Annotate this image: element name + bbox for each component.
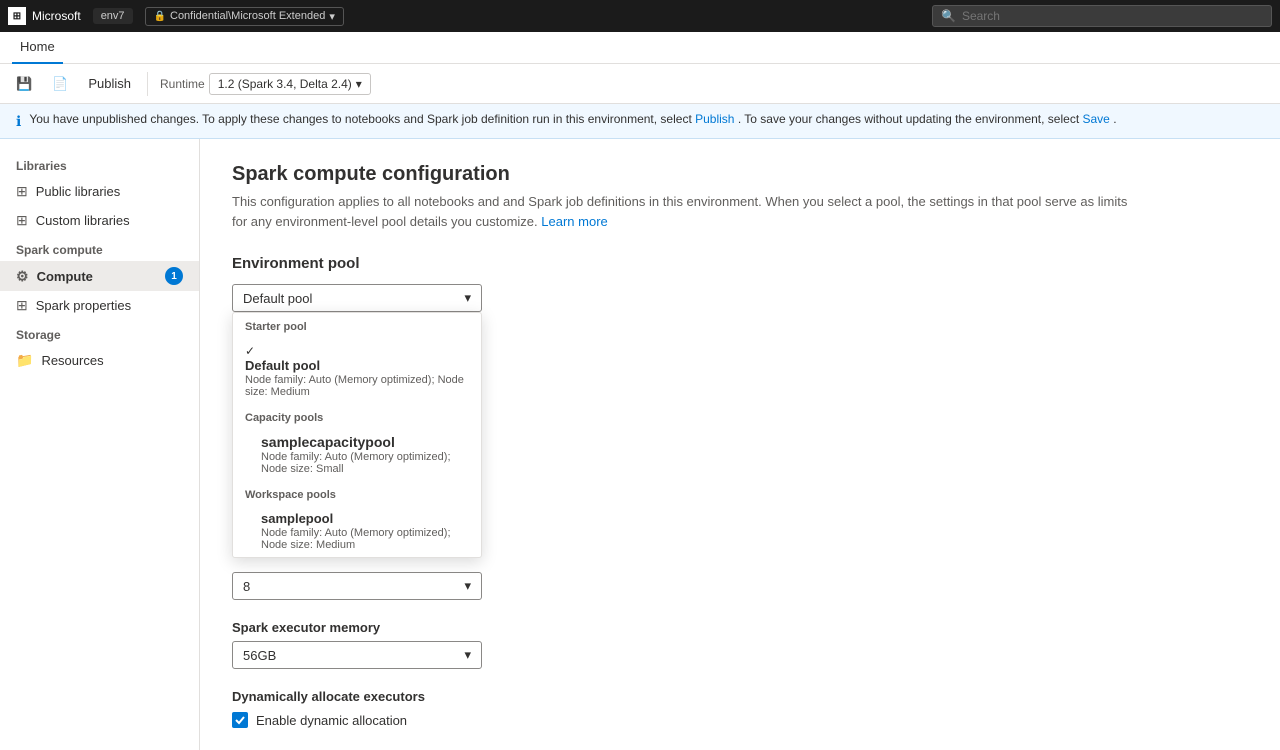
save-button[interactable]: 💾 (8, 72, 40, 96)
executor-memory-dropdown-container: 56GB ▾ (232, 641, 482, 669)
learn-more-link[interactable]: Learn more (541, 214, 607, 229)
dropdown-item-workspace-pool[interactable]: samplepool Node family: Auto (Memory opt… (233, 505, 481, 557)
env-badge[interactable]: env7 (93, 8, 133, 24)
dynamic-alloc-section: Dynamically allocate executors Enable dy… (232, 689, 1248, 728)
content-area: Spark compute configuration This configu… (200, 139, 1280, 750)
nodes-chevron-icon: ▾ (464, 578, 471, 594)
file-button[interactable]: 📄 (44, 72, 76, 96)
toolbar: 💾 📄 Publish Runtime 1.2 (Spark 3.4, Delt… (0, 64, 1280, 104)
file-icon: 📄 (52, 76, 68, 92)
workspace-pools-group-label: Workspace pools (233, 481, 481, 505)
ms-logo-icon: ⊞ (8, 7, 26, 25)
sidebar-spark-properties-label: Spark properties (36, 298, 131, 313)
capacity-pool-meta: Node family: Auto (Memory optimized); No… (261, 451, 469, 475)
default-pool-name: Default pool (245, 358, 469, 373)
page-description: This configuration applies to all notebo… (232, 192, 1132, 231)
page-title: Spark compute configuration (232, 163, 1248, 186)
libraries-section-label: Libraries (0, 151, 199, 177)
info-banner: ℹ You have unpublished changes. To apply… (0, 104, 1280, 139)
banner-publish-link[interactable]: Publish (695, 112, 734, 126)
capacity-pool-name: samplecapacitypool (261, 434, 469, 450)
tab-home[interactable]: Home (12, 32, 63, 64)
compute-icon: ⚙ (16, 268, 29, 285)
chevron-down-icon: ▾ (329, 10, 335, 23)
spark-properties-icon: ⊞ (16, 297, 28, 314)
storage-section-label: Storage (0, 320, 199, 346)
spark-compute-section-label: Spark compute (0, 235, 199, 261)
env-label: env7 (101, 10, 125, 22)
confidential-badge[interactable]: 🔒 Confidential\Microsoft Extended ▾ (145, 7, 344, 26)
executor-memory-value: 56GB (243, 648, 276, 663)
nodes-section: 8 ▾ (232, 572, 1248, 600)
default-pool-meta: Node family: Auto (Memory optimized); No… (245, 374, 469, 398)
executor-memory-dropdown[interactable]: 56GB ▾ (232, 641, 482, 669)
info-icon: ℹ (16, 113, 21, 130)
env-pool-section-title: Environment pool (232, 255, 1248, 272)
tab-home-label: Home (20, 39, 55, 54)
check-icon: ✓ (245, 344, 255, 358)
pool-dropdown-trigger[interactable]: Default pool ▾ (232, 284, 482, 312)
sidebar-item-spark-properties[interactable]: ⊞ Spark properties (0, 291, 199, 320)
top-bar: ⊞ Microsoft env7 🔒 Confidential\Microsof… (0, 0, 1280, 32)
home-nav: Home (0, 32, 1280, 64)
search-icon: 🔍 (941, 9, 956, 23)
confidential-label: Confidential\Microsoft Extended (170, 10, 325, 22)
pool-chevron-icon: ▾ (464, 290, 471, 306)
save-icon: 💾 (16, 76, 32, 92)
executor-memory-section: Spark executor memory 56GB ▾ (232, 620, 1248, 669)
sidebar-item-custom-libraries[interactable]: ⊞ Custom libraries (0, 206, 199, 235)
starter-pool-group-label: Starter pool (233, 313, 481, 337)
nodes-dropdown-trigger[interactable]: 8 ▾ (232, 572, 482, 600)
workspace-pool-meta: Node family: Auto (Memory optimized); No… (261, 527, 469, 551)
dynamic-alloc-checkbox[interactable] (232, 712, 248, 728)
runtime-label: Runtime (160, 77, 205, 91)
sidebar-item-resources[interactable]: 📁 Resources (0, 346, 199, 375)
runtime-value: 1.2 (Spark 3.4, Delta 2.4) (218, 77, 352, 91)
banner-save-link[interactable]: Save (1082, 112, 1109, 126)
sidebar-compute-label: Compute (37, 269, 93, 284)
nodes-dropdown-value: 8 (243, 579, 250, 594)
nodes-dropdown-container: 8 ▾ (232, 572, 482, 600)
ms-logo-area: ⊞ Microsoft (8, 7, 81, 25)
toolbar-divider (147, 72, 148, 96)
runtime-dropdown[interactable]: 1.2 (Spark 3.4, Delta 2.4) ▾ (209, 73, 371, 95)
pool-dropdown-menu: Starter pool ✓ Default pool Node family:… (232, 312, 482, 558)
executor-memory-chevron-icon: ▾ (464, 647, 471, 663)
workspace-pool-name: samplepool (261, 511, 469, 526)
dropdown-item-capacity-pool[interactable]: samplecapacitypool Node family: Auto (Me… (233, 428, 481, 481)
dynamic-alloc-checkbox-label: Enable dynamic allocation (256, 713, 407, 728)
pool-dropdown-container: Default pool ▾ Starter pool ✓ Default po… (232, 284, 482, 312)
dropdown-item-default-pool[interactable]: ✓ Default pool Node family: Auto (Memory… (233, 337, 481, 404)
dynamic-alloc-checkbox-row: Enable dynamic allocation (232, 712, 1248, 728)
publish-label: Publish (88, 76, 131, 91)
sidebar-item-compute[interactable]: ⚙ Compute 1 (0, 261, 199, 291)
search-input[interactable] (962, 9, 1263, 23)
sidebar-custom-libraries-label: Custom libraries (36, 213, 130, 228)
sidebar: Libraries ⊞ Public libraries ⊞ Custom li… (0, 139, 200, 750)
banner-text: You have unpublished changes. To apply t… (29, 112, 1116, 126)
sidebar-item-public-libraries[interactable]: ⊞ Public libraries (0, 177, 199, 206)
ms-label: Microsoft (32, 9, 81, 23)
sidebar-resources-label: Resources (41, 353, 103, 368)
dropdown-item-capacity-pool-content: samplecapacitypool Node family: Auto (Me… (261, 434, 469, 475)
search-bar: 🔍 (932, 5, 1272, 27)
dropdown-item-workspace-pool-content: samplepool Node family: Auto (Memory opt… (261, 511, 469, 551)
public-libraries-icon: ⊞ (16, 183, 28, 200)
compute-badge: 1 (165, 267, 183, 285)
executor-memory-label: Spark executor memory (232, 620, 1248, 635)
dropdown-item-default-pool-content: Default pool Node family: Auto (Memory o… (245, 358, 469, 398)
runtime-chevron-icon: ▾ (356, 77, 362, 91)
sidebar-public-libraries-label: Public libraries (36, 184, 121, 199)
resources-icon: 📁 (16, 352, 33, 369)
dynamic-alloc-label: Dynamically allocate executors (232, 689, 1248, 704)
capacity-pools-group-label: Capacity pools (233, 404, 481, 428)
main-layout: Libraries ⊞ Public libraries ⊞ Custom li… (0, 139, 1280, 750)
checkmark-icon (235, 715, 245, 725)
pool-selected-value: Default pool (243, 291, 312, 306)
custom-libraries-icon: ⊞ (16, 212, 28, 229)
publish-button[interactable]: Publish (80, 72, 139, 95)
